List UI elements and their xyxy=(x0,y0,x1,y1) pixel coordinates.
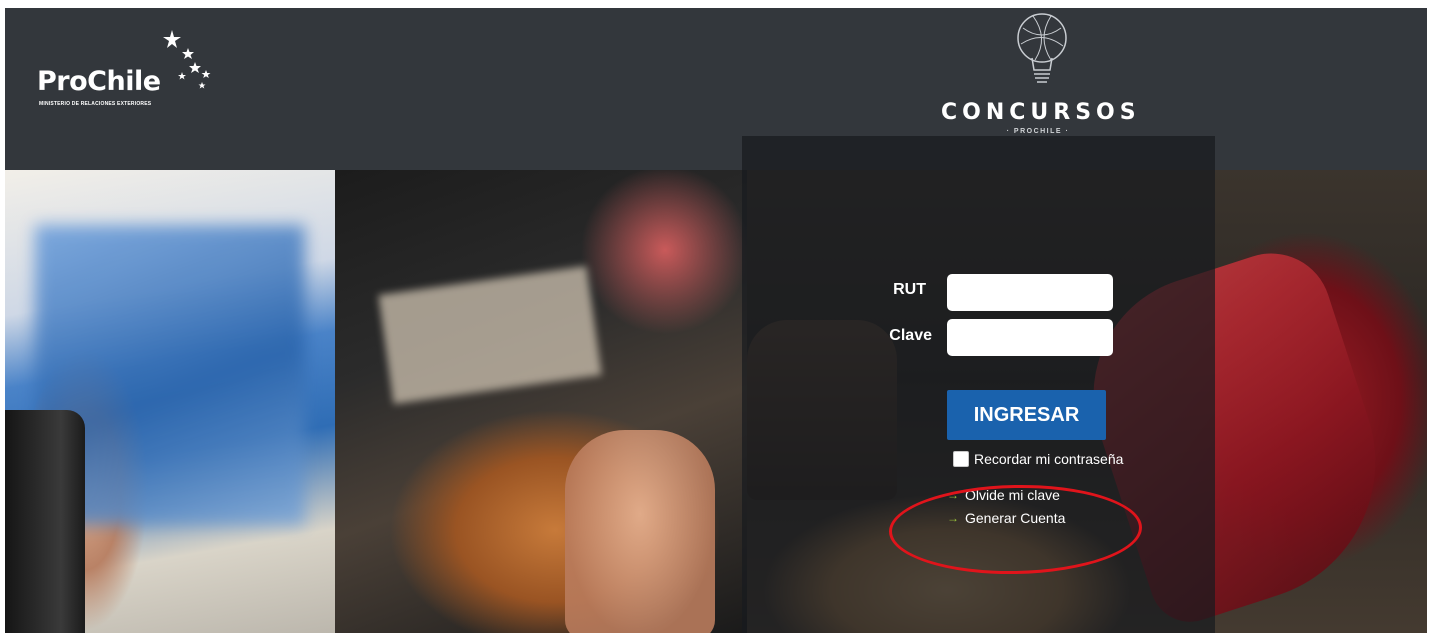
rut-input[interactable] xyxy=(947,274,1113,311)
page: ProChile MINISTERIO DE RELACIONES EXTERI… xyxy=(5,8,1427,633)
remember-checkbox[interactable] xyxy=(953,451,969,467)
hero-photo-camera xyxy=(5,170,335,633)
clave-input[interactable] xyxy=(947,319,1113,356)
photo-hand xyxy=(565,430,715,633)
lightbulb-icon xyxy=(1017,13,1067,83)
brand-subtitle: MINISTERIO DE RELACIONES EXTERIORES xyxy=(39,101,152,107)
rut-label: RUT xyxy=(893,281,926,298)
concursos-subtitle: · PROCHILE · xyxy=(1006,128,1070,135)
concursos-title: CONCURSOS xyxy=(941,100,1141,125)
hero-photo-leather xyxy=(335,170,747,633)
ingresar-button[interactable]: INGRESAR xyxy=(947,390,1106,440)
prochile-logo[interactable]: ProChile MINISTERIO DE RELACIONES EXTERI… xyxy=(37,28,217,118)
photo-board xyxy=(378,265,602,405)
photo-camera xyxy=(5,410,85,633)
remember-password[interactable]: Recordar mi contraseña xyxy=(953,451,1123,467)
clave-label: Clave xyxy=(889,327,932,344)
concursos-logo: CONCURSOS · PROCHILE · xyxy=(941,12,1141,142)
brand-name: ProChile xyxy=(37,66,161,97)
remember-label: Recordar mi contraseña xyxy=(974,451,1124,467)
star-icon xyxy=(163,30,211,89)
